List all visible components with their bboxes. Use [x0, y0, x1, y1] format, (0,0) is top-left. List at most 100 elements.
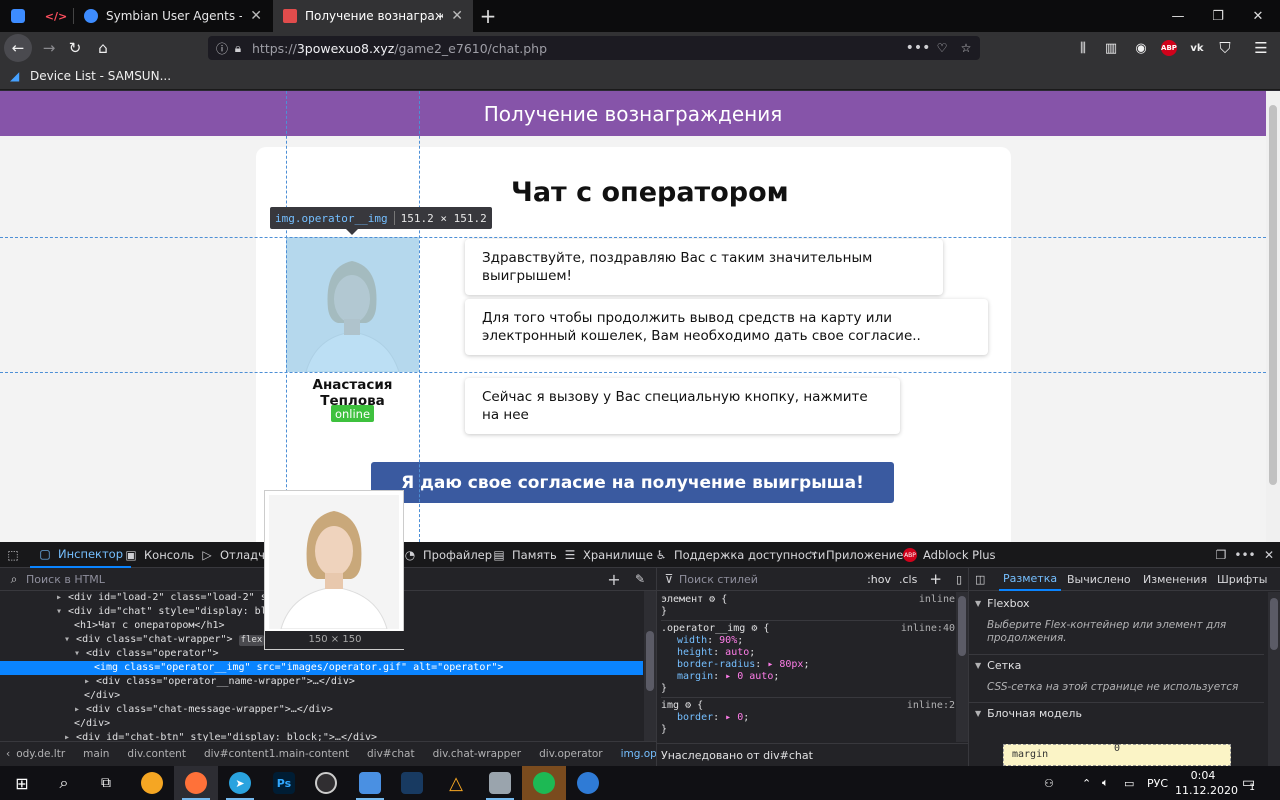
info-icon[interactable]: ⓘ — [214, 40, 230, 56]
layout-scrollbar[interactable] — [1268, 592, 1280, 766]
taskbar-app3[interactable]: △ — [434, 766, 478, 800]
vk-button[interactable]: vk — [1184, 35, 1210, 61]
tab-fonts[interactable]: Шрифты — [1217, 568, 1267, 591]
clock[interactable]: 0:04 11.12.2020 — [1175, 768, 1238, 798]
pinned-tab-chat[interactable] — [0, 0, 36, 32]
tab-computed[interactable]: Вычислено — [1067, 568, 1131, 591]
section-flexbox[interactable]: ▼ Flexbox — [969, 592, 1264, 614]
dock-button[interactable]: ❐ — [1214, 542, 1234, 568]
new-tab-button[interactable]: + — [478, 0, 498, 32]
sidebar-button[interactable]: ▥ — [1098, 35, 1124, 61]
pick-element-button[interactable]: ⬚ — [6, 542, 26, 568]
breadcrumb-item-current[interactable]: img.operator__img — [621, 748, 656, 760]
home-button[interactable]: ⌂ — [90, 35, 116, 61]
forward-button[interactable]: → — [36, 35, 62, 61]
close-tab-icon[interactable]: ✕ — [250, 8, 262, 24]
breadcrumb-item[interactable]: div.chat-wrapper — [433, 748, 522, 760]
bookmarks-toolbar: ◢ Device List - SAMSUN... — [0, 64, 1280, 90]
tab-inspector[interactable]: ▢ Инспектор — [30, 542, 132, 568]
tab-active[interactable]: Получение вознаграждения ✕ — [273, 0, 473, 32]
tree-node[interactable]: ▸ <div class="chat-message-wrapper">…</d… — [0, 703, 643, 717]
tray-volume-icon[interactable]: 🔈︎ — [1102, 766, 1109, 800]
library-button[interactable]: ⫼ — [1070, 35, 1096, 61]
taskbar-app2[interactable] — [348, 766, 392, 800]
breadcrumb-item[interactable]: main — [83, 748, 109, 760]
adblock-button[interactable]: ABP — [1156, 35, 1182, 61]
tab-profiler[interactable]: ◔ Профайлер — [403, 542, 492, 568]
menu-button[interactable]: ☰ — [1248, 35, 1274, 61]
taskbar-explorer[interactable] — [478, 766, 522, 800]
close-tab-icon[interactable]: ✕ — [451, 8, 463, 24]
close-window-button[interactable]: ✕ — [1238, 0, 1278, 32]
section-box-model[interactable]: ▼ Блочная модель — [969, 702, 1264, 724]
tray-people-icon[interactable]: ⚇ — [1044, 766, 1054, 800]
tab-storage[interactable]: ☰ Хранилище — [563, 542, 653, 568]
tab-adblock[interactable]: ABP Adblock Plus — [903, 542, 996, 568]
app-triangle-icon: △ — [449, 772, 463, 794]
tray-chevron-icon[interactable]: ⌃ — [1082, 766, 1091, 800]
taskbar-firefox[interactable] — [174, 766, 218, 800]
breadcrumb-item[interactable]: div.operator — [539, 748, 602, 760]
sidebar-toggle-icon[interactable]: ◫ — [975, 568, 985, 591]
taskbar-telegram[interactable]: ➤ — [218, 766, 262, 800]
tab-changes[interactable]: Изменения — [1143, 568, 1207, 591]
start-button[interactable]: ⊞ — [0, 766, 44, 800]
bookmark-star-icon[interactable]: ☆ — [958, 40, 974, 56]
consent-button[interactable]: Я даю свое согласие на получение выигрыш… — [371, 462, 894, 503]
shield-button[interactable]: ⛉ — [1212, 35, 1238, 61]
language-indicator[interactable]: РУС — [1147, 766, 1168, 800]
tray-network-icon[interactable]: ▭ — [1124, 766, 1134, 800]
minimize-button[interactable]: — — [1158, 0, 1198, 32]
hov-toggle[interactable]: :hov — [867, 573, 891, 586]
pinned-tab-code[interactable]: </> — [38, 0, 74, 32]
tree-node[interactable]: </div> — [0, 689, 643, 703]
eyedropper-icon[interactable]: ✎ — [632, 571, 648, 587]
task-view-button[interactable]: ⧉ — [84, 766, 128, 800]
taskbar-app4[interactable] — [566, 766, 610, 800]
print-icon[interactable]: ▯ — [956, 573, 962, 586]
lock-icon[interactable]: 🔒︎ — [230, 40, 246, 56]
tab-accessibility[interactable]: ♿︎ Поддержка доступности — [654, 542, 826, 568]
tab-memory[interactable]: ▤ Память — [492, 542, 556, 568]
taskbar-virtualbox[interactable] — [390, 766, 434, 800]
rules-scrollbar[interactable] — [956, 592, 968, 742]
tab-console[interactable]: ▣ Консоль — [124, 542, 194, 568]
bookmark-item[interactable]: ◢ Device List - SAMSUN... — [10, 69, 171, 83]
markup-scrollbar[interactable] — [644, 591, 656, 741]
add-node-icon[interactable]: + — [606, 570, 622, 589]
tab-symbian[interactable]: Symbian User Agents - WhatIsM ✕ — [74, 0, 272, 32]
section-grid[interactable]: ▼ Сетка — [969, 654, 1264, 676]
breadcrumb-item[interactable]: ody.de.ltr — [16, 748, 65, 760]
close-devtools-button[interactable]: ✕ — [1262, 542, 1280, 568]
taskbar-obs[interactable] — [304, 766, 348, 800]
taskbar-photoshop[interactable]: Ps — [262, 766, 306, 800]
tree-node[interactable]: ▸ <div class="operator__name-wrapper">…<… — [0, 675, 643, 689]
inspector-guide — [419, 91, 420, 542]
add-rule-icon[interactable]: + — [929, 570, 942, 588]
pocket-icon[interactable]: ♡ — [934, 40, 950, 56]
styles-search[interactable]: ⊽ Поиск стилей :hov .cls + ▯ — [657, 568, 968, 591]
maximize-button[interactable]: ❐ — [1198, 0, 1238, 32]
tab-application[interactable]: ⁙ Приложение — [806, 542, 903, 568]
taskbar-app[interactable] — [130, 766, 174, 800]
tree-node[interactable]: </div> — [0, 717, 643, 731]
breadcrumb-item[interactable]: div#chat — [367, 748, 415, 760]
tab-layout[interactable]: Разметка — [999, 568, 1062, 591]
page-scrollbar[interactable] — [1266, 91, 1280, 542]
url-bar[interactable]: ⓘ 🔒︎ https://3powexuo8.xyz/game2_e7610/c… — [208, 36, 980, 60]
page-actions-icon[interactable]: ••• — [906, 40, 931, 56]
flex-badge[interactable]: flex — [238, 635, 265, 646]
taskbar-spotify[interactable] — [522, 766, 566, 800]
account-button[interactable]: ◉ — [1128, 35, 1154, 61]
cls-toggle[interactable]: .cls — [899, 573, 917, 586]
reload-button[interactable]: ↻ — [62, 35, 88, 61]
tree-node-selected[interactable]: <img class="operator__img" src="images/o… — [0, 661, 643, 675]
devtools-menu-button[interactable]: ••• — [1234, 542, 1258, 568]
breadcrumb-item[interactable]: div#content1.main-content — [204, 748, 349, 760]
search-button[interactable]: ⌕ — [42, 766, 86, 800]
shield-icon: ⛉ — [1219, 39, 1231, 57]
notifications-button[interactable]: ▭ 1 — [1242, 766, 1255, 800]
back-button[interactable]: ← — [4, 34, 32, 62]
chevron-left-icon[interactable]: ‹ — [6, 748, 10, 760]
breadcrumb-item[interactable]: div.content — [127, 748, 186, 760]
